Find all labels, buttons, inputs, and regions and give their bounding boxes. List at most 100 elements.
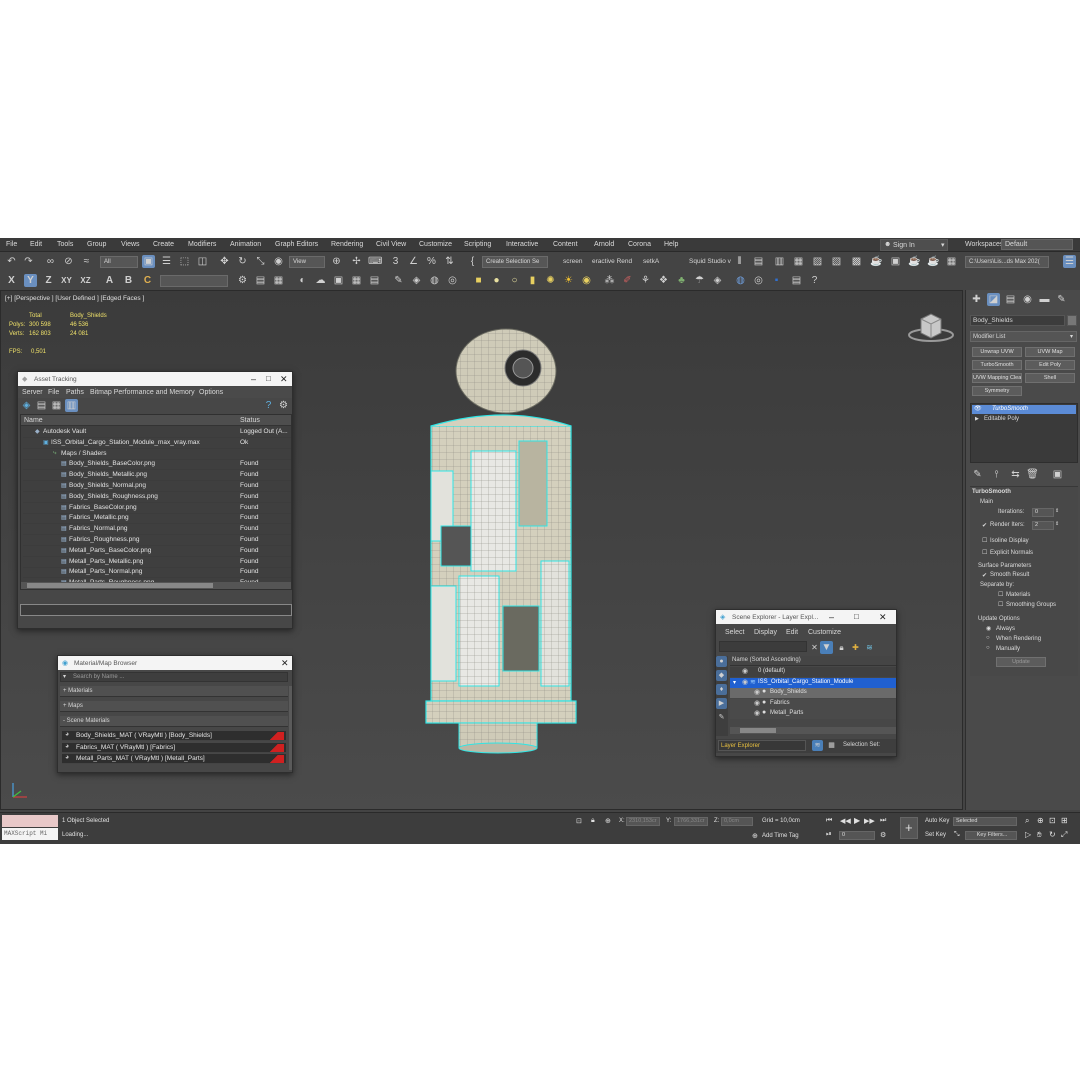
se-menu-edit[interactable]: Edit xyxy=(786,629,798,636)
close-icon[interactable]: ✕ xyxy=(879,612,887,623)
bind-space-warp-icon[interactable]: ≈ xyxy=(80,255,93,268)
vertical-scrollbar[interactable] xyxy=(289,686,292,770)
axis-z-icon[interactable]: Z xyxy=(42,274,55,287)
close-icon[interactable]: ✕ xyxy=(281,658,289,669)
snaps-toggle-icon[interactable]: 3 xyxy=(389,255,402,268)
cloud-icon[interactable]: ☁ xyxy=(314,274,327,287)
torus-icon[interactable]: ◎ xyxy=(446,274,459,287)
maxscript-listener-top[interactable] xyxy=(2,815,58,827)
menu-group[interactable]: Group xyxy=(87,241,106,248)
tool-icon-2[interactable]: ▤ xyxy=(254,274,267,287)
pan-icon[interactable]: ✋︎ xyxy=(1037,830,1042,840)
text-b-icon[interactable]: B xyxy=(122,274,135,287)
update-button[interactable]: Update xyxy=(996,657,1046,667)
maximize-icon[interactable]: □ xyxy=(854,612,859,621)
hair-icon[interactable]: ⚘ xyxy=(639,274,652,287)
scene-explorer-column-header[interactable]: Name (Sorted Ascending) xyxy=(730,656,896,666)
plane-icon[interactable]: ▤ xyxy=(368,274,381,287)
configure-sets-icon[interactable]: ▣ xyxy=(1051,468,1064,481)
auto-key-button[interactable]: Auto Key xyxy=(925,818,949,824)
orbit-icon[interactable]: ↻ xyxy=(1049,830,1056,839)
isolate-icon[interactable]: ⊡ xyxy=(576,817,582,825)
camera-icon[interactable]: ◈ xyxy=(410,274,423,287)
scene-material-item[interactable]: ◕ Body_Shields_MAT ( VRayMtl ) [Body_Shie… xyxy=(62,731,286,741)
display-geometry-icon[interactable]: ◆ xyxy=(716,670,727,681)
lock-icon[interactable]: 🔒︎ xyxy=(835,641,848,654)
blank-dropdown[interactable] xyxy=(160,275,228,287)
asset-menu-bitmap-performance[interactable]: Bitmap Performance and Memory xyxy=(90,389,195,396)
setka-label[interactable]: setkA xyxy=(643,258,659,265)
asset-menu-options[interactable]: Options xyxy=(199,389,223,396)
scene-material-item[interactable]: ◕ Metall_Parts_MAT ( VRayMtl ) [Metall_Pa… xyxy=(62,754,286,764)
key-filters-button[interactable]: Key Filters... xyxy=(965,831,1017,840)
mesh-icon[interactable]: ◈ xyxy=(711,274,724,287)
menu-views[interactable]: Views xyxy=(121,241,140,248)
menu-tools[interactable]: Tools xyxy=(57,241,73,248)
always-radio[interactable]: ◉ xyxy=(986,625,991,632)
redo-icon[interactable]: ↷ xyxy=(22,255,35,268)
asset-menu-paths[interactable]: Paths xyxy=(66,389,84,396)
scale-icon[interactable]: ⤡ xyxy=(254,255,267,268)
pin-stack-icon[interactable]: ✎ xyxy=(971,468,984,481)
se-menu-customize[interactable]: Customize xyxy=(808,629,841,636)
axis-xz-icon[interactable]: XZ xyxy=(79,274,92,287)
se-menu-select[interactable]: Select xyxy=(725,629,744,636)
vray-frame-icon[interactable]: ▪ xyxy=(770,274,783,287)
iterations-field[interactable]: 0 xyxy=(1032,508,1054,517)
fov-icon[interactable]: ▷ xyxy=(1025,830,1031,839)
reference-coordinate-dropdown[interactable]: View xyxy=(289,256,325,268)
scene-explorer-titlebar[interactable]: ◈ Scene Explorer - Layer Expl... – □ ✕ xyxy=(716,610,896,624)
layer-stack-icon[interactable]: ≋ xyxy=(812,740,823,751)
axis-y-icon[interactable]: Y xyxy=(24,274,37,287)
sun-icon[interactable]: ☀ xyxy=(562,274,575,287)
help-circle-icon[interactable]: ? xyxy=(808,274,821,287)
menu-corona[interactable]: Corona xyxy=(628,241,651,248)
menu-content[interactable]: Content xyxy=(553,241,578,248)
displace-icon[interactable]: ☂ xyxy=(693,274,706,287)
go-to-end-icon[interactable]: ⏭ xyxy=(880,817,886,825)
asset-row[interactable]: ▣ ISS_Orbital_Cargo_Station_Module_max_vr… xyxy=(23,438,291,449)
key-mode-icon[interactable]: ⏯ xyxy=(826,831,832,839)
close-icon[interactable]: ✕ xyxy=(280,374,288,385)
filter-icon[interactable]: ▼ xyxy=(820,641,833,654)
asset-tracking-titlebar[interactable]: ◆ Asset Tracking – □ ✕ xyxy=(18,372,292,386)
keyboard-shortcut-icon[interactable]: ⌨ xyxy=(368,255,382,268)
spinner-icon[interactable]: ⇕ xyxy=(1055,508,1059,514)
render-setup-icon[interactable]: ☕ xyxy=(870,255,883,268)
menu-create[interactable]: Create xyxy=(153,241,174,248)
menu-civil-view[interactable]: Civil View xyxy=(376,241,406,248)
render-cloud-icon[interactable]: ▦ xyxy=(945,255,958,268)
box-icon[interactable]: ▣ xyxy=(332,274,345,287)
asset-row[interactable]: ◆ Autodesk Vault Logged Out (A... xyxy=(23,427,291,438)
window-crossing-icon[interactable]: ◫ xyxy=(196,255,209,268)
y-coordinate-field[interactable]: 1766,331cr xyxy=(674,817,708,826)
mirror-icon[interactable]: ⫴ xyxy=(733,255,746,268)
symmetry-button[interactable]: Symmetry xyxy=(972,386,1022,396)
modify-tab-icon[interactable]: ◪ xyxy=(987,293,1000,306)
minimize-icon[interactable]: – xyxy=(251,374,256,384)
manually-radio[interactable]: ○ xyxy=(986,645,990,651)
menu-scripting[interactable]: Scripting xyxy=(464,241,491,248)
workspaces-dropdown[interactable]: Default xyxy=(1001,239,1073,250)
rectangular-selection-icon[interactable]: ⬚ xyxy=(178,255,191,268)
scene-explorer-search[interactable] xyxy=(719,641,807,652)
zoom-extents-all-icon[interactable]: ⊞ xyxy=(1061,816,1068,825)
key-set-dropdown[interactable]: Selected xyxy=(953,817,1017,826)
display-tab-icon[interactable]: ▬ xyxy=(1038,293,1051,306)
visibility-eye-icon[interactable]: ◉ xyxy=(742,678,748,686)
project-folder-icon[interactable]: ☰ xyxy=(1063,255,1076,268)
scene-explorer-row[interactable]: ◉ 0 (default) xyxy=(730,667,896,677)
asset-row[interactable]: ▤ Metall_Parts_BaseColor.png Found xyxy=(23,546,291,557)
shell-button[interactable]: Shell xyxy=(1025,373,1075,383)
se-menu-display[interactable]: Display xyxy=(754,629,777,636)
render-production-icon[interactable]: ☕ xyxy=(908,255,921,268)
go-to-start-icon[interactable]: ⏮ xyxy=(826,817,832,825)
turbosmooth-button[interactable]: TurboSmooth xyxy=(972,360,1022,370)
asset-menu-file[interactable]: File xyxy=(48,389,59,396)
select-by-name-icon[interactable]: ☰ xyxy=(160,255,173,268)
display-objects-icon[interactable]: ● xyxy=(716,656,727,667)
select-manipulate-icon[interactable]: ✢ xyxy=(350,255,363,268)
uvw-mapping-clear-button[interactable]: UVW Mapping Clear xyxy=(972,373,1022,383)
menu-help[interactable]: Help xyxy=(664,241,678,248)
zoom-extents-icon[interactable]: ⊡ xyxy=(1049,816,1056,825)
